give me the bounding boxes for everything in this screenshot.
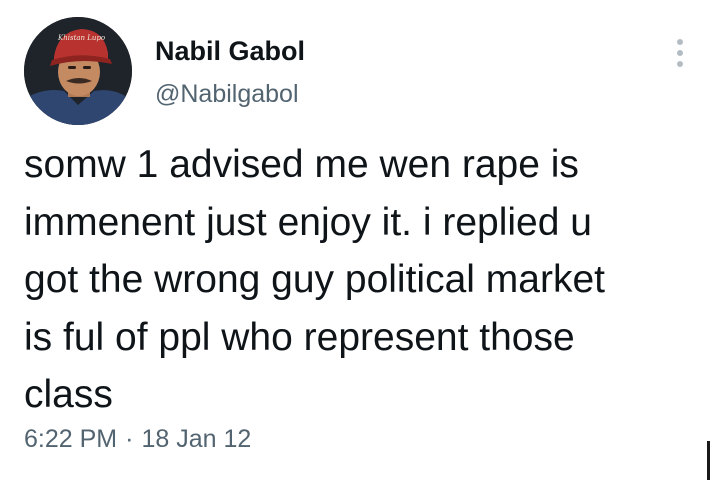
tweet-date: 18 Jan 12 xyxy=(141,425,252,453)
more-vertical-icon-dot-1 xyxy=(677,39,683,45)
avatar-cap-text: Khistan Lupo xyxy=(58,34,106,42)
more-vertical-icon-dot-2 xyxy=(677,50,683,56)
author-handle[interactable]: @Nabilgabol xyxy=(155,79,299,109)
tweet-timestamp[interactable]: 6:22 PM · 18 Jan 12 xyxy=(24,423,251,455)
more-vertical-icon-dot-3 xyxy=(677,61,683,67)
author-name[interactable]: Nabil Gabol xyxy=(155,35,305,67)
tweet-text-line: class xyxy=(24,373,113,416)
tweet-text-line: immenent just enjoy it. i replied u xyxy=(24,200,592,244)
tweet-text: somw 1 advised me wen rape is immenent j… xyxy=(24,136,704,424)
meta-separator: · xyxy=(125,425,134,453)
tweet-text-line: is ful of ppl who represent those xyxy=(24,315,575,359)
author-avatar[interactable]: Khistan Lupo xyxy=(24,17,132,125)
text-cursor xyxy=(707,441,710,480)
tweet-card: Khistan Lupo Nabil Gabol @Nabilgabol som… xyxy=(0,0,720,480)
tweet-text-line: somw 1 advised me wen rape is xyxy=(24,143,579,186)
tweet-text-line: got the wrong guy political market xyxy=(24,258,605,301)
more-options-button[interactable] xyxy=(665,33,695,73)
tweet-time: 6:22 PM xyxy=(24,425,118,453)
